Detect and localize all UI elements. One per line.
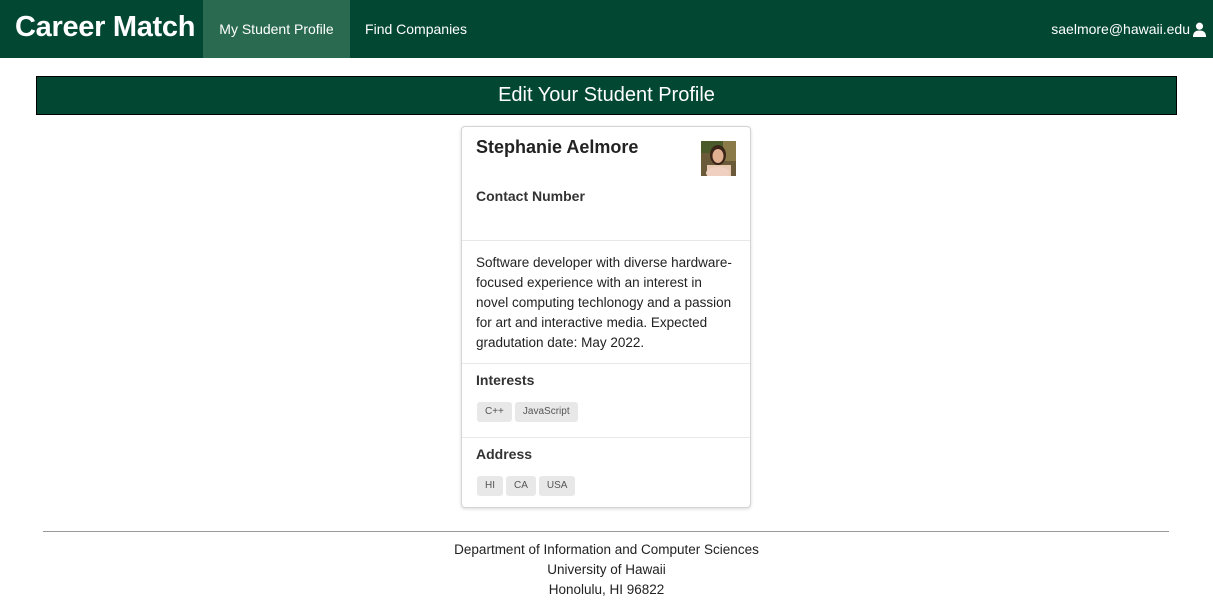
page-title-banner: Edit Your Student Profile xyxy=(36,76,1177,115)
interests-label: Interests xyxy=(476,372,535,388)
brand-logo[interactable]: Career Match xyxy=(15,9,195,45)
nav-my-student-profile[interactable]: My Student Profile xyxy=(203,0,350,58)
footer-divider xyxy=(43,531,1169,532)
avatar xyxy=(701,141,736,176)
address-tag: USA xyxy=(538,476,576,496)
footer-university: University of Hawaii xyxy=(547,562,666,577)
user-icon xyxy=(1192,22,1207,37)
contact-number-label: Contact Number xyxy=(476,188,585,204)
address-tag: HI xyxy=(477,476,503,496)
address-tags: HI CA USA xyxy=(477,476,736,496)
user-menu[interactable]: saelmore@hawaii.edu xyxy=(1051,0,1207,58)
student-name: Stephanie Aelmore xyxy=(476,137,639,157)
user-email: saelmore@hawaii.edu xyxy=(1051,21,1190,37)
top-navbar: Career Match My Student Profile Find Com… xyxy=(0,0,1213,58)
footer-location: Honolulu, HI 96822 xyxy=(548,582,665,597)
student-profile-card: Stephanie Aelmore Contact Number Softwar… xyxy=(461,126,751,508)
student-bio: Software developer with diverse hardware… xyxy=(462,241,750,364)
interests-tags: C++ JavaScript xyxy=(477,402,736,422)
address-tag: CA xyxy=(506,476,536,496)
address-section: Address HI CA USA xyxy=(462,438,750,511)
interests-section: Interests C++ JavaScript xyxy=(462,364,750,438)
interest-tag: C++ xyxy=(477,402,512,422)
profile-photo-image xyxy=(701,141,736,176)
footer: Department of Information and Computer S… xyxy=(0,540,1213,600)
footer-department: Department of Information and Computer S… xyxy=(454,542,759,557)
interest-tag: JavaScript xyxy=(514,402,578,422)
nav-find-companies[interactable]: Find Companies xyxy=(350,0,482,58)
address-label: Address xyxy=(476,446,533,462)
card-header: Stephanie Aelmore Contact Number xyxy=(462,127,750,241)
